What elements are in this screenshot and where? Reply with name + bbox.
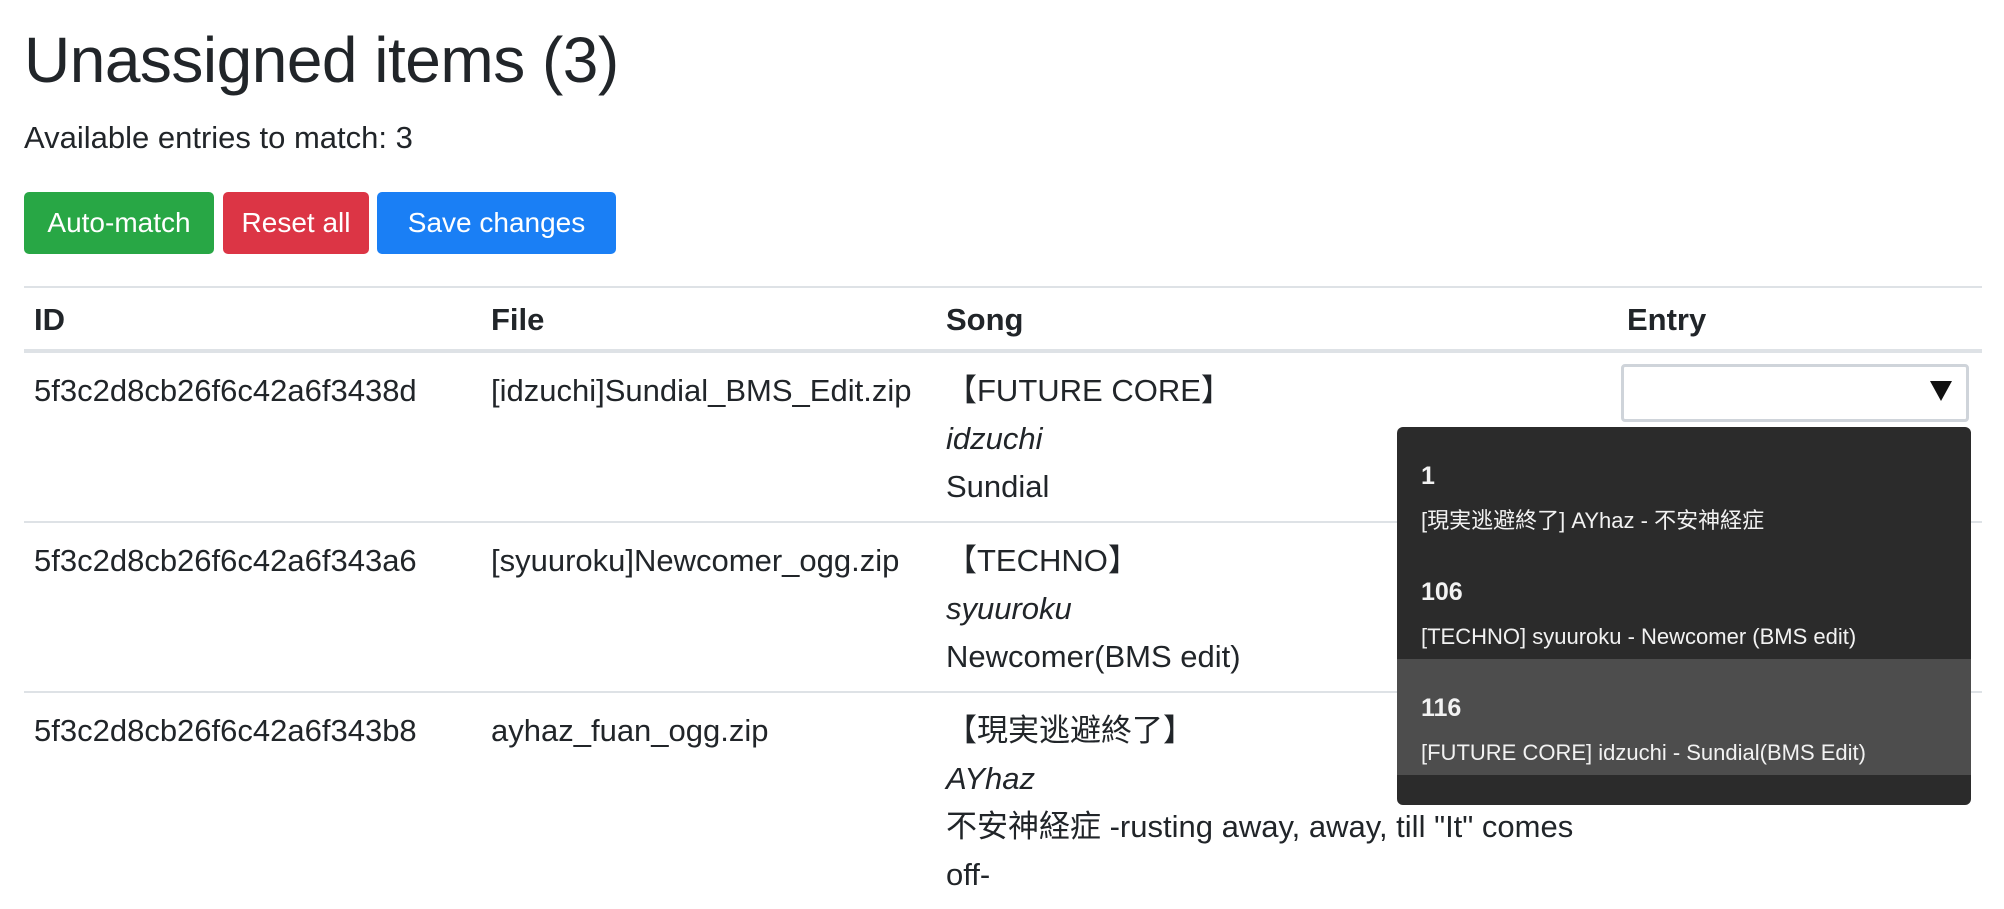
auto-match-button[interactable]: Auto-match (24, 192, 214, 254)
reset-all-button[interactable]: Reset all (223, 192, 369, 254)
save-changes-button[interactable]: Save changes (377, 192, 616, 254)
entry-option-label: [TECHNO] syuuroku - Newcomer (BMS edit) (1421, 624, 1857, 649)
entry-dropdown-menu: 1 [現実逃避終了] AYhaz - 不安神経症 106 [TECHNO] sy… (1397, 427, 1971, 805)
entry-option-number: 1 (1421, 462, 1435, 490)
chevron-down-icon (1930, 381, 1952, 401)
song-title: 不安神経症 -rusting away, away, till "It" com… (946, 809, 1574, 892)
item-id: 5f3c2d8cb26f6c42a6f343a6 (24, 522, 481, 693)
available-entries-text: Available entries to match: 3 (24, 120, 413, 155)
entry-option[interactable]: 1 [現実逃避終了] AYhaz - 不安神経症 (1397, 427, 1971, 543)
entry-option-number: 106 (1421, 578, 1463, 606)
table-header-row: ID File Song Entry (24, 286, 1982, 353)
entry-select[interactable] (1621, 364, 1969, 422)
song-genre: 【FUTURE CORE】 (946, 373, 1232, 408)
column-header-id: ID (24, 286, 481, 353)
entry-option-label: [現実逃避終了] AYhaz - 不安神経症 (1421, 508, 1765, 533)
page-title: Unassigned items (3) (24, 24, 619, 96)
item-id: 5f3c2d8cb26f6c42a6f3438d (24, 351, 481, 523)
entry-option[interactable]: 106 [TECHNO] syuuroku - Newcomer (BMS ed… (1397, 543, 1971, 659)
entry-option-number: 116 (1421, 694, 1462, 722)
item-id: 5f3c2d8cb26f6c42a6f343b8 (34, 713, 417, 748)
item-file: [idzuchi]Sundial_BMS_Edit.zip (481, 351, 936, 523)
entry-option-highlighted[interactable]: 116 [FUTURE CORE] idzuchi - Sundial(BMS … (1397, 659, 1971, 775)
column-header-entry: Entry (1617, 286, 1982, 353)
column-header-song: Song (936, 286, 1617, 353)
item-file: ayhaz_fuan_ogg.zip (491, 713, 769, 748)
entry-option-label: [FUTURE CORE] idzuchi - Sundial(BMS Edit… (1421, 740, 1866, 765)
column-header-file: File (481, 286, 936, 353)
item-file: [syuuroku]Newcomer_ogg.zip (481, 522, 936, 693)
